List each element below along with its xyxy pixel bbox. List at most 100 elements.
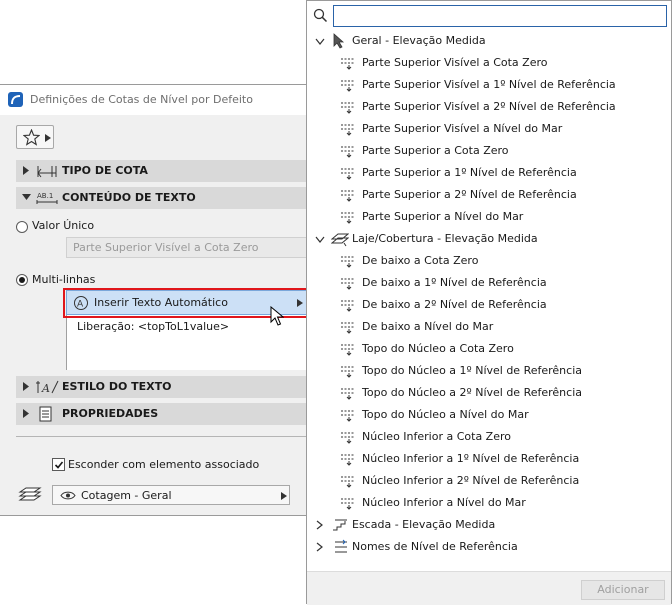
chevron-down-icon — [315, 236, 325, 243]
chevron-down-icon — [315, 38, 325, 45]
level-value-icon — [341, 410, 354, 422]
hide-with-associated-checkbox[interactable] — [52, 458, 65, 471]
level-value-icon — [341, 388, 354, 400]
tree-item-row[interactable]: Parte Superior a Nível do Mar — [307, 206, 671, 228]
tree-item-row[interactable]: Parte Superior a Cota Zero — [307, 140, 671, 162]
tree-item-label: Núcleo Inferior a 1º Nível de Referência — [362, 452, 580, 465]
section-label: ESTILO DO TEXTO — [62, 380, 172, 393]
tree-item-label: Topo do Núcleo a 1º Nível de Referência — [362, 364, 582, 377]
level-lines-icon — [335, 539, 347, 553]
favorites-button[interactable] — [16, 125, 54, 149]
level-value-icon — [341, 366, 354, 378]
tree-group-label: Laje/Cobertura - Elevação Medida — [352, 232, 538, 245]
level-value-icon — [341, 212, 354, 224]
tree-item-label: De baixo a Cota Zero — [362, 254, 479, 267]
tree-item-label: Parte Superior a 2º Nível de Referência — [362, 188, 577, 201]
tree-item-label: Núcleo Inferior a Cota Zero — [362, 430, 511, 443]
collapsed-triangle-icon — [23, 166, 29, 175]
tree-item-row[interactable]: Topo do Núcleo a Nível do Mar — [307, 404, 671, 426]
tree-item-row[interactable]: De baixo a 2º Nível de Referência — [307, 294, 671, 316]
layer-select[interactable]: Cotagem - Geral — [52, 485, 290, 505]
tree-item-row[interactable]: Núcleo Inferior a Nível do Mar — [307, 492, 671, 514]
tree-item-row[interactable]: Núcleo Inferior a Cota Zero — [307, 426, 671, 448]
tree-item-label: Topo do Núcleo a 2º Nível de Referência — [362, 386, 582, 399]
default-level-dimension-settings-dialog: Definições de Cotas de Nível por Defeito… — [0, 84, 310, 516]
level-value-icon — [341, 278, 354, 290]
section-label: TIPO DE COTA — [62, 164, 148, 177]
tree-group-row[interactable]: Geral - Elevação Medida — [307, 30, 671, 52]
checkmark-icon — [54, 461, 64, 469]
level-value-icon — [341, 344, 354, 356]
tree-item-label: Parte Superior a Nível do Mar — [362, 210, 524, 223]
chevron-right-icon — [45, 134, 51, 142]
search-icon — [313, 8, 328, 23]
layers-icon — [18, 487, 42, 501]
multi-line-radio[interactable] — [16, 274, 28, 286]
dialog-titlebar: Definições de Cotas de Nível por Defeito — [0, 85, 309, 115]
single-value-select: Parte Superior Visível a Cota Zero — [66, 237, 308, 258]
level-value-icon — [341, 58, 354, 70]
svg-text:AB.1: AB.1 — [37, 192, 53, 200]
tree-item-label: Núcleo Inferior a Nível do Mar — [362, 496, 526, 509]
collapsed-triangle-icon — [23, 409, 29, 418]
tree-group-row[interactable]: Escada - Elevação Medida — [307, 514, 671, 536]
section-tipo-de-cota[interactable]: TIPO DE COTA — [16, 160, 308, 182]
level-value-icon — [341, 190, 354, 202]
arrow-cursor-icon — [333, 33, 345, 49]
tree-item-label: Núcleo Inferior a 2º Nível de Referência — [362, 474, 580, 487]
section-label: PROPRIEDADES — [62, 407, 159, 420]
svg-text:A: A — [41, 382, 50, 395]
level-value-icon — [341, 432, 354, 444]
text-style-icon: A — [36, 380, 59, 395]
add-button[interactable]: Adicionar — [581, 580, 665, 600]
tree-item-row[interactable]: Parte Superior a 2º Nível de Referência — [307, 184, 671, 206]
tree-item-label: De baixo a Nível do Mar — [362, 320, 494, 333]
chevron-right-icon — [281, 492, 287, 500]
chevron-right-icon — [316, 542, 323, 552]
section-conteudo-de-texto[interactable]: AB.1 CONTEÚDO DE TEXTO — [16, 187, 308, 209]
tree-item-row[interactable]: Topo do Núcleo a 1º Nível de Referência — [307, 360, 671, 382]
tree-item-row[interactable]: Parte Superior Visível a 1º Nível de Ref… — [307, 74, 671, 96]
properties-icon — [39, 406, 52, 422]
layer-select-value: Cotagem - Geral — [81, 489, 172, 502]
single-value-label: Valor Único — [32, 219, 95, 232]
tree-item-row[interactable]: Parte Superior a 1º Nível de Referência — [307, 162, 671, 184]
expanded-triangle-icon — [22, 194, 31, 200]
tree-item-label: Parte Superior Visível a Nível do Mar — [362, 122, 563, 135]
tree-item-row[interactable]: De baixo a Cota Zero — [307, 250, 671, 272]
tree-item-label: Parte Superior Visível a 2º Nível de Ref… — [362, 100, 616, 113]
popup-footer: Adicionar — [307, 571, 671, 605]
tree-group-row[interactable]: Laje/Cobertura - Elevação Medida — [307, 228, 671, 250]
tree-item-row[interactable]: De baixo a 1º Nível de Referência — [307, 272, 671, 294]
tree-item-label: Topo do Núcleo a Nível do Mar — [362, 408, 529, 421]
search-input[interactable] — [333, 5, 667, 27]
tree-item-row[interactable]: Núcleo Inferior a 2º Nível de Referência — [307, 470, 671, 492]
chevron-right-icon — [316, 520, 323, 530]
level-value-icon — [341, 454, 354, 466]
level-value-icon — [341, 300, 354, 312]
tree-item-row[interactable]: Parte Superior Visível a 2º Nível de Ref… — [307, 96, 671, 118]
level-value-icon — [341, 256, 354, 268]
tree-item-row[interactable]: Parte Superior Visível a Nível do Mar — [307, 118, 671, 140]
tree-item-row[interactable]: Núcleo Inferior a 1º Nível de Referência — [307, 448, 671, 470]
tree-item-row[interactable]: Topo do Núcleo a 2º Nível de Referência — [307, 382, 671, 404]
eye-icon — [60, 491, 76, 500]
tree-item-label: Parte Superior Visível a Cota Zero — [362, 56, 548, 69]
tree-item-label: Parte Superior Visível a 1º Nível de Ref… — [362, 78, 616, 91]
tree-group-row[interactable]: Nomes de Nível de Referência — [307, 536, 671, 558]
autotext-popup: Geral - Elevação Medida Parte Superior Vi… — [306, 0, 672, 605]
section-estilo-do-texto[interactable]: A ESTILO DO TEXTO — [16, 376, 308, 398]
slab-roof-icon — [331, 233, 349, 247]
section-propriedades[interactable]: PROPRIEDADES — [16, 403, 308, 425]
level-value-icon — [341, 102, 354, 114]
tree-item-row[interactable]: Topo do Núcleo a Cota Zero — [307, 338, 671, 360]
tree-item-row[interactable]: Parte Superior Visível a Cota Zero — [307, 52, 671, 74]
tree-group-label: Nomes de Nível de Referência — [352, 540, 518, 553]
dialog-title: Definições de Cotas de Nível por Defeito — [30, 93, 253, 106]
level-value-icon — [341, 476, 354, 488]
multi-line-text-content: Liberação: <topToL1value> — [77, 320, 230, 333]
tree-item-row[interactable]: De baixo a Nível do Mar — [307, 316, 671, 338]
tree-item-label: Parte Superior a Cota Zero — [362, 144, 509, 157]
tree-item-label: Parte Superior a 1º Nível de Referência — [362, 166, 577, 179]
single-value-radio[interactable] — [16, 221, 28, 233]
